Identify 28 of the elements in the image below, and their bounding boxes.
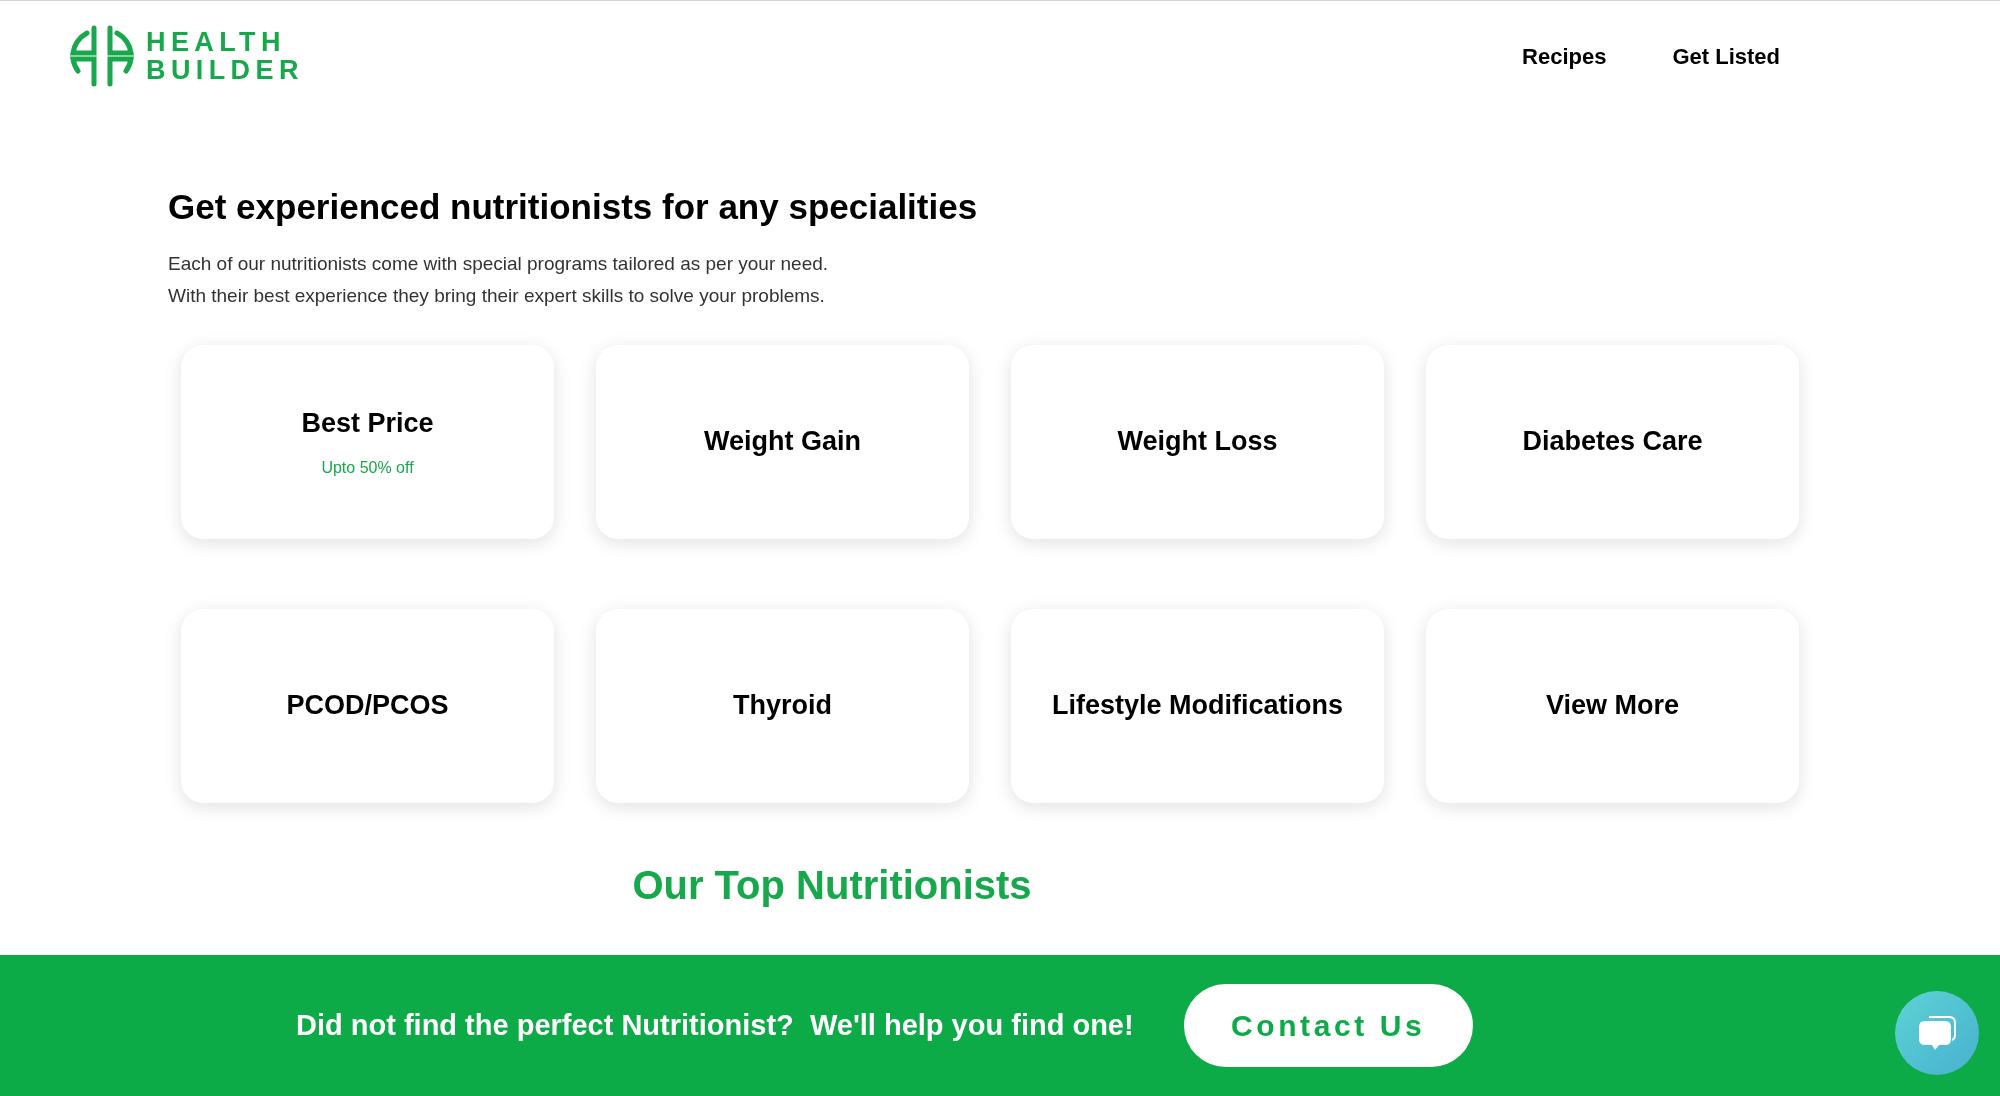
card-subtitle: Upto 50% off [321, 457, 414, 478]
description-text: Each of our nutritionists come with special programs tailored as per your need. [168, 251, 830, 276]
card-title: Weight Loss [1117, 425, 1278, 459]
logo-icon [70, 25, 134, 87]
card-title: PCOD/PCOS [286, 689, 449, 723]
description-text: With their best experience they bring their expert skills to solve your problems. [168, 284, 826, 308]
card-title: Diabetes Care [1522, 425, 1703, 459]
card-title: Best Price [301, 407, 434, 441]
speciality-card[interactable]: View More [1426, 608, 1799, 803]
card-title: Lifestyle Modifications [1051, 689, 1343, 723]
logo-text: BUILDER [146, 56, 304, 84]
logo-text: HEALTH [146, 28, 287, 56]
speciality-card[interactable]: Lifestyle Modifications [1011, 608, 1384, 803]
speciality-card[interactable]: Weight Loss [1011, 344, 1384, 539]
nav-link[interactable]: Get Listed [1672, 39, 1780, 73]
card-title: Thyroid [733, 689, 832, 723]
speciality-card[interactable]: PCOD/PCOS [181, 608, 554, 803]
speciality-card[interactable]: Thyroid [596, 608, 969, 803]
speciality-card[interactable]: Diabetes Care [1426, 344, 1799, 539]
section-heading: Our Top Nutritionists [632, 861, 1032, 909]
card-title: View More [1545, 689, 1680, 723]
speciality-card[interactable]: Best Price Upto 50% off [181, 344, 554, 539]
card-title: Weight Gain [704, 425, 861, 459]
banner-text: Did not find the perfect Nutritionist? We'll help you find one! [296, 1007, 1134, 1043]
chat-bubbles-icon [1917, 1015, 1957, 1051]
speciality-card[interactable]: Weight Gain [596, 344, 969, 539]
nav-link[interactable]: Recipes [1522, 39, 1607, 73]
section-heading: Get experienced nutritionists for any specialities [168, 186, 979, 228]
